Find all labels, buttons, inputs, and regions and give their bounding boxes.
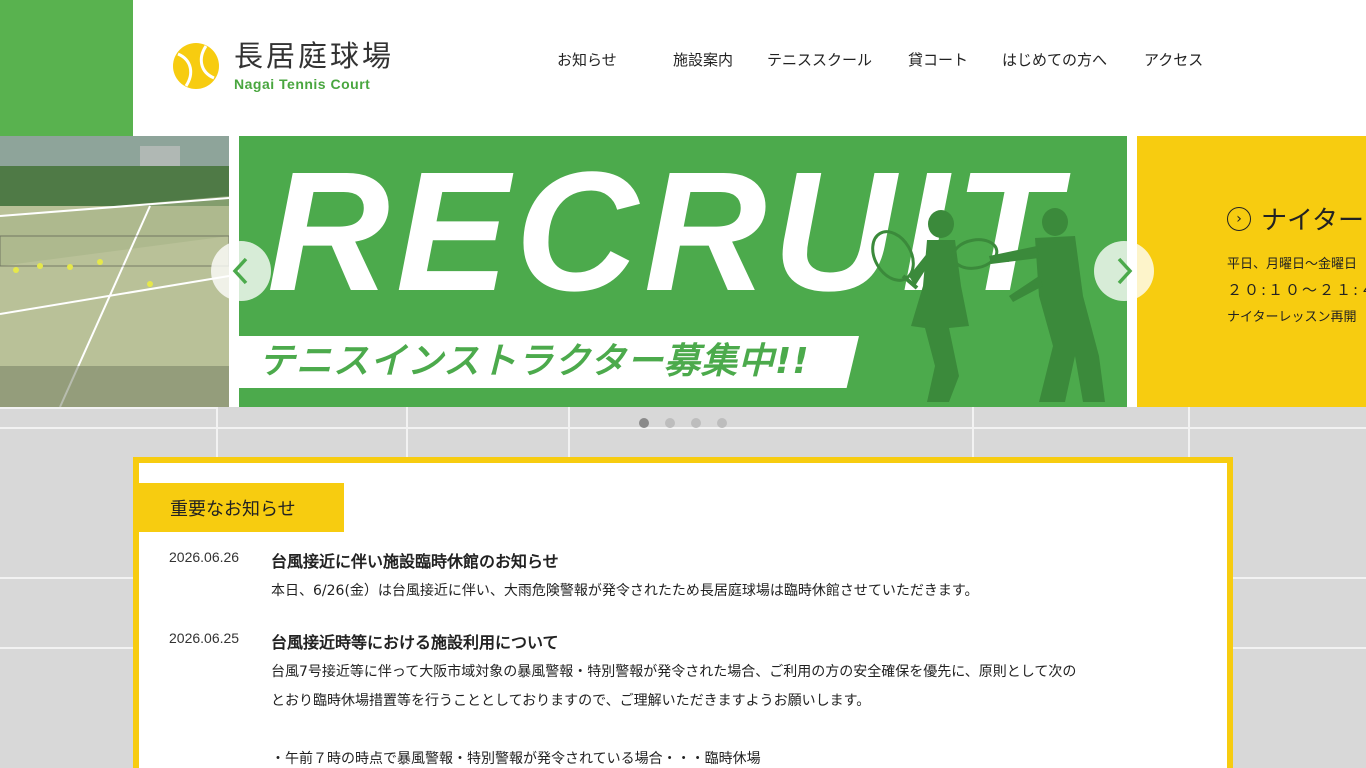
site-header: 長居庭球場 Nagai Tennis Court お知らせ 施設案内 テニススク… [0,0,1366,136]
nav-beginners[interactable]: はじめての方へ [1002,49,1107,70]
news-date: 2026.06.26 [169,549,240,565]
chevron-circle-icon: › [1227,206,1251,231]
news-body: とおり臨時休場措置等を行うこととしておりますので、ご理解いただきますようお願いし… [271,693,871,709]
chevron-right-icon [1117,257,1133,285]
nav-tennis-school[interactable]: テニススクール [767,49,872,70]
nav-news[interactable]: お知らせ [557,49,617,70]
night-lesson-time: ２０:１０～２１:４０ [1227,281,1366,299]
slider-next-button[interactable] [1094,241,1154,301]
news-title[interactable]: 台風接近に伴い施設臨時休館のお知らせ [271,548,559,572]
recruit-slide[interactable]: RECRUIT テニスインストラクター募集中!! [239,136,1127,407]
night-lesson-slide[interactable]: › ナイター 平日、月曜日～金曜日 ２０:１０～２１:４０ ナイターレッスン再開 [1137,136,1366,407]
nav-facility[interactable]: 施設案内 [673,49,733,70]
news-title[interactable]: 台風接近時等における施設利用について [271,629,559,653]
night-lesson-title: › ナイター [1227,200,1364,237]
hero-slider: RECRUIT テニスインストラクター募集中!! › ナイター 平日、月曜日～金… [0,136,1366,407]
chevron-left-icon [232,257,248,285]
recruit-subtitle: テニスインストラクター募集中!! [259,341,810,382]
nav-court-rental[interactable]: 貸コート [908,49,968,70]
night-lesson-days: 平日、月曜日～金曜日 [1227,257,1358,272]
news-body: 本日、6/26(金）は台風接近に伴い、大雨危険警報が発令されたため長居庭球場は臨… [271,583,979,599]
news-date: 2026.06.25 [169,630,240,646]
night-lesson-note: ナイターレッスン再開 [1227,310,1357,325]
slider-dot-1[interactable] [639,418,649,428]
notice-heading: 重要なお知らせ [138,483,344,532]
slider-dot-4[interactable] [717,418,727,428]
night-lesson-title-text: ナイター [1261,206,1364,236]
site-name-en: Nagai Tennis Court [234,76,371,92]
slider-dot-3[interactable] [691,418,701,428]
slider-dots [0,418,1366,430]
tennis-players-silhouette [871,208,1105,402]
important-notices: 重要なお知らせ 2026.06.26 台風接近に伴い施設臨時休館のお知らせ 本日… [133,457,1233,768]
news-body: ・午前７時の時点で暴風警報・特別警報が発令されている場合・・・臨時休場 [271,751,761,767]
nav-access[interactable]: アクセス [1144,49,1203,70]
main-nav: お知らせ 施設案内 テニススクール 貸コート はじめての方へ アクセス [0,49,1366,69]
slider-dot-2[interactable] [665,418,675,428]
slider-prev-button[interactable] [211,241,271,301]
news-body: 台風7号接近等に伴って大阪市域対象の暴風警報・特別警報が発令された場合、ご利用の… [271,664,1077,680]
tennis-court-photo [0,136,229,407]
